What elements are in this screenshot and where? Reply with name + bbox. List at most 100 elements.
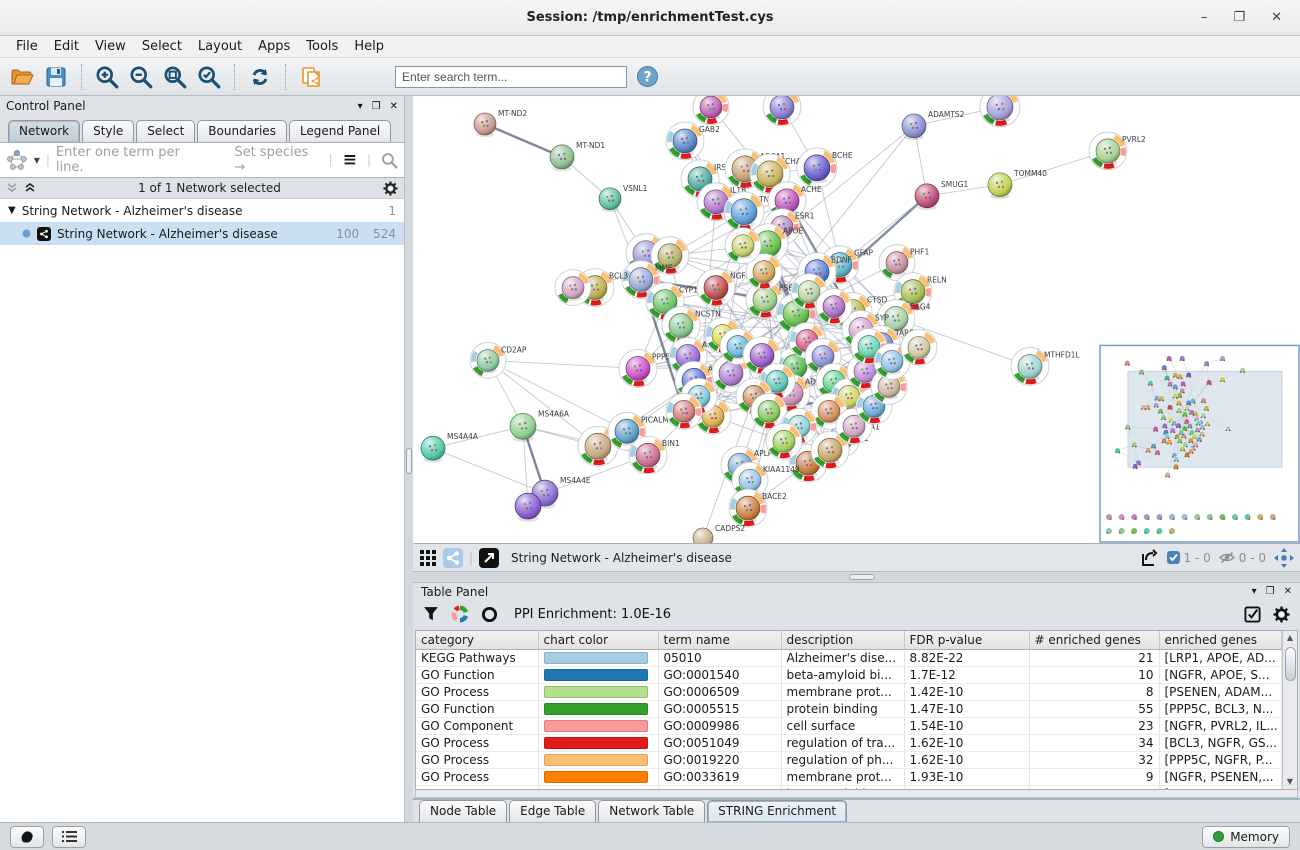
table-cell[interactable]: 9 bbox=[1029, 769, 1159, 786]
table-row[interactable]: GO FunctionGO:0001540beta-amyloid bi...1… bbox=[416, 667, 1282, 684]
table-cell[interactable]: GO:0006509 bbox=[658, 684, 781, 701]
table-cell[interactable]: 1.7E-12 bbox=[904, 667, 1029, 684]
network-edge[interactable] bbox=[488, 360, 627, 431]
species-hint[interactable]: Set species → bbox=[234, 145, 322, 175]
table-vertical-scrollbar[interactable]: ▲ ▼ bbox=[1282, 631, 1297, 789]
column-header[interactable]: category bbox=[416, 631, 538, 650]
network-row[interactable]: String Network - Alzheimer's disease 100… bbox=[0, 222, 404, 245]
network-node[interactable]: CD2AP bbox=[470, 342, 527, 378]
chart-color-cell[interactable] bbox=[538, 667, 658, 684]
table-row[interactable]: GO ProcessGO:0033619membrane prot...1.93… bbox=[416, 769, 1282, 786]
table-cell[interactable]: [PPP5C, BCL3, N... bbox=[1159, 701, 1282, 718]
table-cell[interactable]: GO Process bbox=[416, 769, 538, 786]
table-cell[interactable]: [BCL3, NGFR, GS... bbox=[1159, 735, 1282, 752]
tab-network-table[interactable]: Network Table bbox=[598, 800, 705, 822]
table-cell[interactable]: membrane prot... bbox=[781, 769, 904, 786]
task-history-button[interactable] bbox=[10, 826, 44, 848]
grid-view-icon[interactable] bbox=[419, 549, 437, 567]
tree-expand-icon[interactable]: ▼ bbox=[8, 205, 16, 216]
chart-color-cell[interactable] bbox=[538, 752, 658, 769]
table-cell[interactable]: 05010 bbox=[658, 650, 781, 667]
table-cell[interactable]: GO Process bbox=[416, 735, 538, 752]
string-logo-icon[interactable] bbox=[6, 149, 28, 171]
menu-layout[interactable]: Layout bbox=[190, 39, 250, 54]
minimize-button[interactable]: – bbox=[1201, 0, 1208, 36]
table-cell[interactable]: 21 bbox=[1029, 650, 1159, 667]
table-row[interactable]: GO ProcessGO:0051049regulation of tra...… bbox=[416, 735, 1282, 752]
table-cell[interactable]: Alzheimer's dise... bbox=[781, 650, 904, 667]
network-node[interactable] bbox=[693, 96, 729, 125]
table-cell[interactable]: 8.82E-22 bbox=[904, 650, 1029, 667]
column-header[interactable]: description bbox=[781, 631, 904, 650]
query-options-icon[interactable]: ≡ bbox=[343, 150, 357, 170]
panel-close-icon[interactable]: ✕ bbox=[390, 101, 398, 112]
table-cell[interactable]: GO:0005515 bbox=[658, 701, 781, 718]
scroll-up-arrow[interactable]: ▲ bbox=[1287, 631, 1293, 645]
network-node[interactable]: NGFR bbox=[697, 269, 751, 307]
tab-legend-panel[interactable]: Legend Panel bbox=[289, 120, 391, 142]
menu-file[interactable]: File bbox=[8, 39, 46, 54]
search-input[interactable] bbox=[395, 66, 627, 88]
table-cell[interactable]: 1.47E-10 bbox=[904, 701, 1029, 718]
memory-button[interactable]: Memory bbox=[1202, 826, 1290, 848]
scrollbar-thumb[interactable] bbox=[1285, 647, 1296, 681]
network-node[interactable]: VSNL1 bbox=[599, 184, 648, 212]
birds-eye-toggle-icon[interactable] bbox=[1274, 548, 1294, 568]
table-cell[interactable]: GO Process bbox=[416, 786, 538, 790]
table-cell[interactable]: 34 bbox=[1029, 735, 1159, 752]
splitter-handle[interactable] bbox=[849, 574, 875, 580]
network-node[interactable]: SMUG1 bbox=[915, 180, 969, 210]
maximize-button[interactable]: ❐ bbox=[1233, 0, 1245, 36]
table-row[interactable]: KEGG Pathways 05010Alzheimer's dise...8.8… bbox=[416, 650, 1282, 667]
table-cell[interactable]: GO:0033619 bbox=[658, 769, 781, 786]
tab-network[interactable]: Network bbox=[8, 120, 80, 142]
network-edge[interactable] bbox=[433, 448, 545, 493]
table-cell[interactable]: [PPP5C, NGFR, P... bbox=[1159, 752, 1282, 769]
table-cell[interactable]: [LRP1, APOE, AD... bbox=[1159, 650, 1282, 667]
column-header[interactable]: term name bbox=[658, 631, 781, 650]
table-cell[interactable]: GO:0051049 bbox=[658, 735, 781, 752]
network-node[interactable] bbox=[816, 289, 852, 325]
export-network-icon[interactable] bbox=[1139, 548, 1159, 568]
table-cell[interactable]: KEGG Pathways bbox=[416, 650, 538, 667]
table-cell[interactable]: 1.54E-10 bbox=[904, 718, 1029, 735]
string-source-dropdown-caret[interactable]: ▾ bbox=[34, 153, 40, 167]
network-edge[interactable] bbox=[488, 360, 598, 446]
chart-color-cell[interactable] bbox=[538, 684, 658, 701]
table-cell[interactable]: GO Process bbox=[416, 752, 538, 769]
table-row[interactable]: GO ComponentGO:0009986cell surface1.54E-… bbox=[416, 718, 1282, 735]
network-node[interactable]: PVRL2 bbox=[1089, 132, 1146, 170]
tab-edge-table[interactable]: Edge Table bbox=[509, 800, 596, 822]
menu-help[interactable]: Help bbox=[346, 39, 392, 54]
table-cell[interactable]: [IDE, KIAA1149... bbox=[1159, 786, 1282, 790]
table-cell[interactable]: regulation of ph... bbox=[781, 752, 904, 769]
table-cell[interactable]: 32 bbox=[1029, 752, 1159, 769]
network-node[interactable] bbox=[763, 96, 801, 126]
network-from-clipboard-button[interactable] bbox=[297, 63, 325, 91]
enrichment-table[interactable]: categorychart colorterm namedescriptionF… bbox=[416, 631, 1282, 789]
table-cell[interactable]: GO:0050435 bbox=[658, 786, 781, 790]
network-node[interactable]: ADAMTS2 bbox=[902, 110, 965, 140]
network-node[interactable]: GAB2 bbox=[666, 122, 720, 160]
chart-color-cell[interactable] bbox=[538, 786, 658, 790]
zoom-selected-button[interactable] bbox=[195, 63, 223, 91]
table-cell[interactable]: GO:0019220 bbox=[658, 752, 781, 769]
network-node[interactable]: CADPS2 bbox=[693, 524, 745, 543]
network-node[interactable]: MS4A4A bbox=[421, 432, 479, 462]
network-node[interactable]: BACE2 bbox=[729, 489, 787, 527]
table-row[interactable]: GO ProcessGO:0050435beta-amyloid m...2.0… bbox=[416, 786, 1282, 790]
table-cell[interactable]: 2.07E-10 bbox=[904, 786, 1029, 790]
network-edge[interactable] bbox=[488, 360, 638, 368]
network-node[interactable]: MT-ND1 bbox=[550, 141, 605, 171]
network-node[interactable]: BCHE bbox=[797, 148, 853, 188]
network-collection-row[interactable]: ▼ String Network - Alzheimer's disease 1 bbox=[0, 199, 404, 222]
help-button[interactable]: ? bbox=[633, 63, 661, 91]
table-cell[interactable]: 8 bbox=[1029, 684, 1159, 701]
column-header[interactable]: FDR p-value bbox=[904, 631, 1029, 650]
panel-float-icon[interactable]: ❐ bbox=[1266, 586, 1275, 597]
panel-splitter[interactable] bbox=[405, 96, 413, 822]
table-cell[interactable]: [NGFR, PSENEN,... bbox=[1159, 769, 1282, 786]
navigator-panel[interactable] bbox=[1100, 345, 1299, 542]
table-cell[interactable]: membrane prot... bbox=[781, 684, 904, 701]
tab-select[interactable]: Select bbox=[136, 120, 195, 142]
